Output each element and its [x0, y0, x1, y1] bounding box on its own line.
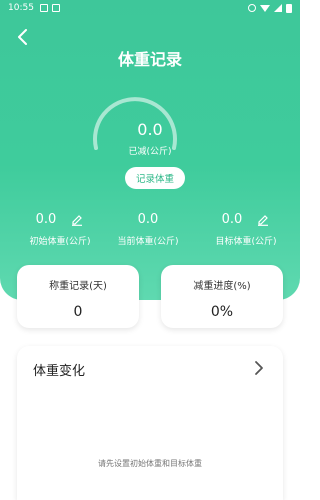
back-button[interactable] [14, 28, 32, 46]
weight-lost-value: 0.0 [137, 120, 163, 139]
app-notification-icon [51, 4, 60, 12]
current-weight-label: 当前体重(公斤) [117, 237, 179, 247]
edit-initial-weight-icon[interactable] [70, 212, 84, 226]
target-weight-value: 0.0 [221, 211, 243, 227]
status-time: 10:55 [8, 3, 34, 13]
current-weight-value: 0.0 [137, 211, 159, 227]
loss-progress-title: 减重进度(%) [193, 281, 251, 292]
weight-change-empty-text: 请先设置初始体重和目标体重 [98, 459, 202, 468]
wifi-icon [260, 4, 270, 12]
back-arrow-icon [18, 29, 27, 45]
loss-progress-card[interactable]: 减重进度(%) 0% [161, 265, 283, 328]
weigh-records-card[interactable]: 称重记录(天) 0 [17, 265, 139, 328]
status-bar: 10:55 [0, 0, 300, 16]
target-weight-label: 目标体重(公斤) [215, 237, 277, 247]
signal-icon [274, 4, 282, 12]
initial-weight-stat: 0.0 初始体重(公斤) [10, 210, 110, 248]
image-notification-icon [39, 4, 48, 12]
chevron-right-icon[interactable] [253, 360, 265, 376]
battery-icon [286, 3, 292, 13]
initial-weight-label: 初始体重(公斤) [29, 237, 91, 247]
weight-change-card: 体重变化 请先设置初始体重和目标体重 [17, 346, 283, 500]
current-weight-stat: 0.0 当前体重(公斤) [98, 210, 198, 248]
initial-weight-value: 0.0 [35, 211, 57, 227]
target-weight-stat: 0.0 目标体重(公斤) [196, 210, 296, 248]
weight-lost-label: 已减(公斤) [128, 147, 172, 157]
weigh-records-title: 称重记录(天) [49, 281, 107, 292]
dnd-icon [248, 4, 256, 12]
weight-change-title: 体重变化 [33, 364, 86, 379]
record-weight-button[interactable]: 记录体重 [125, 167, 185, 189]
page-title: 体重记录 [117, 50, 182, 69]
weigh-records-value: 0 [73, 304, 83, 320]
loss-progress-value: 0% [210, 304, 234, 320]
edit-target-weight-icon[interactable] [256, 212, 270, 226]
